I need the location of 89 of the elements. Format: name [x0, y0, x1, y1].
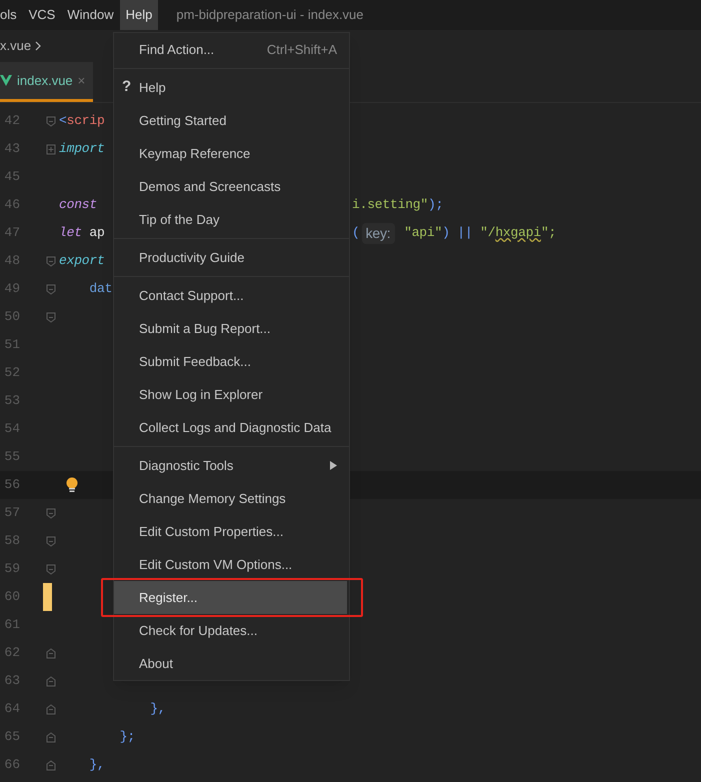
menu-item[interactable]: Keymap Reference: [114, 137, 349, 170]
fold-start-icon[interactable]: [45, 114, 57, 128]
editor-tab[interactable]: index.vue ×: [0, 62, 94, 102]
line-number: 64: [3, 700, 20, 718]
code-token: };: [118, 728, 136, 746]
code-token: (: [352, 224, 360, 242]
menu-bar-item[interactable]: Window: [61, 0, 120, 30]
line-number: 54: [3, 420, 20, 438]
code-token: },: [88, 756, 105, 774]
code-token: dat: [88, 280, 112, 298]
menu-item[interactable]: Check for Updates...: [114, 614, 349, 647]
line-number: 61: [3, 616, 20, 634]
line-number: 51: [3, 336, 20, 354]
line-number: 42: [3, 112, 20, 130]
parameter-hint: key:: [362, 222, 394, 244]
menu-item[interactable]: Demos and Screencasts: [114, 170, 349, 203]
menu-item[interactable]: ? Help: [114, 71, 349, 104]
line-number: 47: [3, 224, 20, 242]
line-number: 66: [3, 756, 20, 774]
line-number: 49: [3, 280, 20, 298]
code-token: "api": [403, 224, 442, 242]
fold-end-icon[interactable]: [45, 758, 57, 772]
code-token: import: [59, 140, 105, 158]
menu-bar-item[interactable]: Help: [120, 0, 158, 30]
menu-item[interactable]: Productivity Guide: [114, 241, 349, 274]
code-token: "/: [480, 224, 496, 242]
line-number: 45: [3, 168, 20, 186]
window-title: pm-bidpreparation-ui - index.vue: [176, 6, 364, 24]
code-token: const: [59, 196, 98, 214]
line-number: 56: [3, 476, 20, 494]
menu-item[interactable]: Contact Support...: [114, 279, 349, 312]
menu-item[interactable]: Edit Custom VM Options...: [114, 548, 349, 581]
fold-end-icon[interactable]: [45, 646, 57, 660]
line-number: 43: [3, 140, 20, 158]
line-number: 57: [3, 504, 20, 522]
menu-item[interactable]: Diagnostic Tools: [114, 449, 349, 482]
menu-item[interactable]: Find Action... Ctrl+Shift+A: [114, 33, 349, 66]
fold-end-icon[interactable]: [45, 674, 57, 688]
menu-bar-item[interactable]: VCS: [22, 0, 62, 30]
line-number: 52: [3, 364, 20, 382]
fold-start-icon[interactable]: [45, 562, 57, 576]
line-number: 48: [3, 252, 20, 270]
fold-start-icon[interactable]: [45, 254, 57, 268]
fold-end-icon[interactable]: [45, 702, 57, 716]
line-number: 62: [3, 644, 20, 662]
menu-item[interactable]: Collect Logs and Diagnostic Data: [114, 411, 349, 444]
menu-item[interactable]: Tip of the Day: [114, 203, 349, 236]
code-token: scrip: [66, 112, 105, 130]
fold-start-icon[interactable]: [45, 282, 57, 296]
code-token: );: [428, 196, 444, 214]
shortcut-label: Ctrl+Shift+A: [266, 40, 337, 59]
breadcrumb-item[interactable]: x.vue: [0, 36, 32, 56]
line-number: 63: [3, 672, 20, 690]
menu-item[interactable]: Getting Started: [114, 104, 349, 137]
code-token: i.setting": [352, 196, 428, 214]
help-icon: ?: [122, 76, 132, 99]
line-number: 46: [3, 196, 20, 214]
menu-item[interactable]: About: [114, 647, 349, 680]
vue-file-icon: [0, 75, 12, 86]
code-token: export: [59, 252, 105, 270]
fold-start-icon[interactable]: [45, 310, 57, 324]
lightbulb-icon[interactable]: [66, 477, 78, 493]
code-token: ";: [540, 224, 556, 242]
line-number: 55: [3, 448, 20, 466]
line-number: 53: [3, 392, 20, 410]
line-number: 60: [3, 588, 20, 606]
code-token: ) ||: [442, 224, 474, 242]
menu-item[interactable]: Submit Feedback...: [114, 345, 349, 378]
submenu-arrow-icon: [330, 461, 337, 470]
line-number: 58: [3, 532, 20, 550]
line-number: 50: [3, 308, 20, 326]
expand-icon[interactable]: [45, 142, 57, 156]
menu-item[interactable]: Submit a Bug Report...: [114, 312, 349, 345]
code-token: <: [59, 112, 67, 130]
menu-item[interactable]: Register...: [114, 581, 347, 614]
menu-item[interactable]: Show Log in Explorer: [114, 378, 349, 411]
code-token: let: [59, 224, 82, 242]
line-number: 65: [3, 728, 20, 746]
line-number: 59: [3, 560, 20, 578]
menu-item[interactable]: Edit Custom Properties...: [114, 515, 349, 548]
code-token: hxgapi: [495, 224, 541, 242]
fold-start-icon[interactable]: [45, 506, 57, 520]
menu-bar-item[interactable]: ols: [0, 0, 23, 30]
fold-end-icon[interactable]: [45, 730, 57, 744]
code-token: },: [149, 700, 166, 718]
code-token: ap: [88, 224, 105, 242]
chevron-right-icon: [35, 41, 42, 51]
fold-start-icon[interactable]: [45, 534, 57, 548]
menu-item[interactable]: Change Memory Settings: [114, 482, 349, 515]
